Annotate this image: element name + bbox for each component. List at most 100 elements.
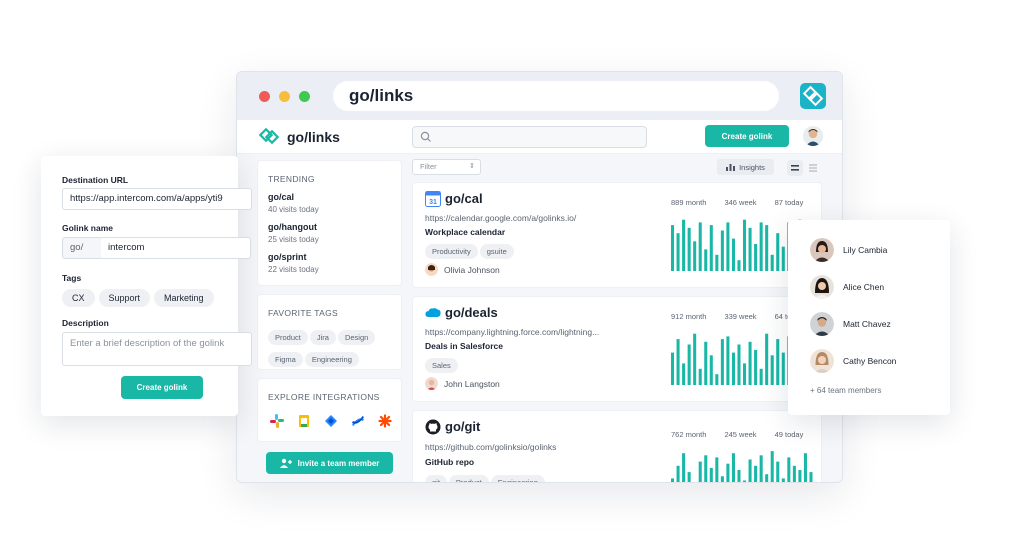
sparkline-bar [748, 227, 752, 271]
golink-stats: 762 month 245 week 49 today [671, 430, 803, 439]
golink-name-input[interactable]: intercom [101, 237, 251, 259]
tag-chip[interactable]: Product [448, 475, 489, 482]
golink-card[interactable]: 31 go/cal https://calendar.google.com/a/… [412, 182, 822, 288]
sparkline-bar [715, 374, 719, 385]
favorite-tags-title: FAVORITE TAGS [268, 308, 339, 318]
team-member[interactable]: Lily Cambia [810, 238, 887, 262]
sparkline-bar [787, 457, 791, 482]
owner-avatar [425, 377, 438, 390]
trending-link[interactable]: go/cal [268, 192, 319, 202]
trending-link[interactable]: go/hangout [268, 222, 319, 232]
member-avatar [810, 275, 834, 299]
invite-team-member-button[interactable]: Invite a team member [266, 452, 393, 474]
tag-chip[interactable]: git [425, 475, 447, 482]
tag-chip[interactable]: CX [62, 289, 95, 307]
week-visits: 245 week [724, 430, 757, 439]
month-visits: 889 month [671, 198, 707, 207]
chevron-updown-icon: ⇕ [469, 163, 475, 170]
golink-name[interactable]: go/deals [445, 305, 498, 320]
trending-item[interactable]: go/cal 40 visits today [268, 192, 319, 214]
week-visits: 339 week [724, 312, 757, 321]
sparkline-bar [754, 244, 758, 271]
golink-name[interactable]: go/cal [445, 191, 483, 206]
add-user-icon [279, 458, 292, 468]
team-member[interactable]: Matt Chavez [810, 312, 891, 336]
tag-chip[interactable]: Jira [309, 330, 336, 345]
create-golink-button[interactable]: Create golink [705, 125, 789, 147]
integrations-panel: EXPLORE INTEGRATIONS [257, 378, 402, 442]
form-create-golink-button[interactable]: Create golink [121, 376, 203, 399]
tag-chip[interactable]: Figma [268, 352, 303, 367]
salesforce-icon [425, 308, 441, 317]
tag-chip[interactable]: Design [337, 330, 376, 345]
golink-card[interactable]: go/deals https://company.lightning.force… [412, 296, 822, 402]
slack-icon[interactable] [270, 414, 284, 428]
create-golink-form: Destination URL https://app.intercom.com… [41, 156, 252, 416]
golink-url[interactable]: https://calendar.google.com/a/golinks.io… [425, 213, 635, 223]
google-calendar-icon: 31 [425, 191, 441, 207]
address-bar[interactable]: go/links [333, 81, 779, 111]
destination-url-input[interactable]: https://app.intercom.com/a/apps/yti9 [62, 188, 252, 210]
golink-name[interactable]: go/git [445, 419, 480, 434]
filter-input[interactable]: Filter ⇕ [412, 159, 481, 175]
jira-icon[interactable] [324, 414, 338, 428]
more-members-link[interactable]: + 64 team members [810, 386, 881, 395]
compact-view-toggle[interactable] [805, 160, 821, 176]
sparkline-bar [765, 333, 769, 385]
golink-url[interactable]: https://github.com/golinksio/golinks [425, 442, 635, 452]
trending-item[interactable]: go/sprint 22 visits today [268, 252, 319, 274]
search-input[interactable] [412, 126, 647, 148]
golink-owner[interactable]: Olivia Johnson [425, 263, 500, 276]
sparkline-bar [754, 349, 758, 385]
golink-owner[interactable]: John Langston [425, 377, 500, 390]
sparkline-bar [770, 451, 774, 482]
sparkline-bar [720, 476, 724, 482]
today-visits: 87 today [774, 198, 804, 207]
filter-placeholder: Filter [420, 162, 437, 171]
tag-chip[interactable]: Engineering [304, 352, 359, 367]
member-name: Alice Chen [843, 282, 885, 292]
confluence-icon[interactable] [351, 414, 365, 428]
tag-chip[interactable]: Sales [425, 358, 458, 373]
user-avatar[interactable] [803, 126, 823, 146]
tag-chip[interactable]: Support [98, 289, 151, 307]
team-member[interactable]: Alice Chen [810, 275, 884, 299]
trending-item[interactable]: go/hangout 25 visits today [268, 222, 319, 244]
sparkline-bar [676, 233, 680, 271]
sparkline-bar [671, 225, 675, 271]
golink-url[interactable]: https://company.lightning.force.com/ligh… [425, 327, 635, 337]
google-drive-icon[interactable] [297, 414, 311, 428]
list-view-toggle[interactable] [787, 160, 803, 176]
golinks-extension-icon[interactable] [800, 83, 826, 109]
sparkline-bar [743, 219, 747, 271]
maximize-window-button[interactable] [299, 91, 310, 102]
logo-icon [259, 128, 280, 145]
trending-visits: 25 visits today [268, 235, 319, 244]
sparkline-bar [698, 222, 702, 271]
minimize-window-button[interactable] [279, 91, 290, 102]
trending-link[interactable]: go/sprint [268, 252, 319, 262]
golinks-logo[interactable]: go/links [259, 127, 340, 147]
sparkline-bar [726, 222, 730, 271]
app-content: TRENDING go/cal 40 visits today go/hango… [237, 154, 842, 482]
close-window-button[interactable] [259, 91, 270, 102]
team-member[interactable]: Cathy Bencon [810, 349, 896, 373]
zapier-icon[interactable] [378, 414, 392, 428]
golink-description: Workplace calendar [425, 227, 506, 237]
owner-name: John Langston [444, 378, 500, 389]
tag-chip[interactable]: Productivity [425, 244, 478, 259]
sparkline-bar [731, 453, 735, 482]
bar-chart-icon [726, 164, 736, 171]
tag-chip[interactable]: Engineering [490, 475, 545, 482]
golink-card[interactable]: go/git https://github.com/golinksio/goli… [412, 410, 822, 482]
tag-chip[interactable]: Product [268, 330, 308, 345]
tag-chip[interactable]: gsuite [479, 244, 514, 259]
tag-chip[interactable]: Marketing [154, 289, 214, 307]
golink-stats: 912 month 339 week 64 today [671, 312, 803, 321]
sparkline-bar [687, 344, 691, 385]
member-name: Matt Chavez [843, 319, 891, 329]
description-input[interactable]: Enter a brief description of the golink [62, 332, 252, 366]
golink-description: Deals in Salesforce [425, 341, 503, 351]
team-members-card: Lily Cambia Alice Chen Matt Chavez Cathy… [788, 220, 950, 415]
insights-button[interactable]: Insights [717, 159, 774, 175]
